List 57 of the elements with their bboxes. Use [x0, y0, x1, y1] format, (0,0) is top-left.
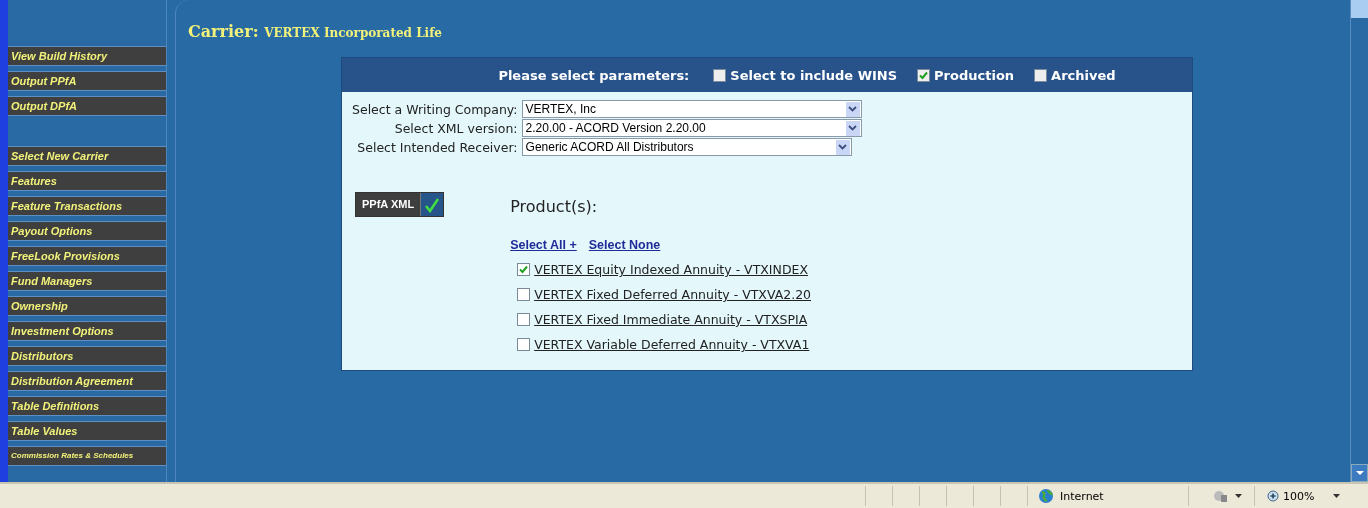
field-label: Select Intended Receiver:: [356, 139, 518, 155]
sidebar-item[interactable]: Distribution Agreement: [8, 371, 166, 391]
products-heading: Product(s):: [510, 197, 599, 216]
dropdown-arrow-icon[interactable]: [1333, 493, 1341, 499]
field-label: Select a Writing Company:: [352, 101, 518, 117]
dropdown-arrow-icon[interactable]: [1235, 493, 1242, 499]
sidebar-item[interactable]: View Build History: [8, 46, 166, 66]
down-arrow-icon: [1354, 470, 1365, 476]
zone-label: Internet: [1060, 489, 1104, 503]
checkmark-icon: [424, 196, 441, 213]
sidebar-item[interactable]: Investment Options: [8, 321, 166, 341]
product-link[interactable]: VERTEX Variable Deferred Annuity - VTXVA1: [534, 337, 810, 352]
sidebar-item[interactable]: Ownership: [8, 296, 166, 316]
zoom-icon: [1267, 489, 1280, 503]
option-label: Select to include WINS: [730, 67, 898, 83]
dropdown-field[interactable]: Generic ACORD All Distributors: [521, 138, 852, 156]
scrollbar[interactable]: [1350, 0, 1368, 482]
panel-title: Please select parameters:: [498, 67, 690, 83]
lock-icon[interactable]: [1213, 489, 1229, 503]
sidebar-item[interactable]: Select New Carrier: [8, 146, 166, 166]
checkbox[interactable]: [517, 313, 531, 326]
checkbox[interactable]: [517, 263, 531, 276]
checkbox[interactable]: [917, 68, 931, 82]
field-label: Select XML version:: [393, 120, 518, 136]
sidebar-item[interactable]: Table Values: [8, 421, 166, 441]
sidebar-item[interactable]: FreeLook Provisions: [8, 246, 166, 266]
scrollbar-thumb[interactable]: [1351, 0, 1368, 18]
sidebar-item[interactable]: Table Definitions: [8, 396, 166, 416]
checkbox[interactable]: [713, 68, 727, 82]
sidebar-item[interactable]: Fund Managers: [8, 271, 166, 291]
checkbox[interactable]: [1034, 68, 1048, 82]
checkbox[interactable]: [517, 338, 531, 351]
sidebar-item[interactable]: Output DPfA: [8, 96, 166, 116]
chevron-icon: [838, 144, 848, 150]
chevron-icon: [848, 125, 858, 131]
link[interactable]: Select None: [588, 238, 661, 252]
option-label: Archived: [1051, 67, 1116, 83]
sidebar-item[interactable]: Payout Options: [8, 221, 166, 241]
sidebar-item[interactable]: Distributors: [8, 346, 166, 366]
sidebar-item[interactable]: Features: [8, 171, 166, 191]
option-label: Production: [934, 67, 1015, 83]
zoom-level[interactable]: 100%: [1283, 489, 1315, 503]
product-link[interactable]: VERTEX Fixed Deferred Annuity - VTXVA2.20: [534, 287, 812, 302]
dropdown-field[interactable]: 2.20.00 - ACORD Version 2.20.00: [521, 119, 862, 137]
dropdown-field[interactable]: VERTEX, Inc: [521, 100, 862, 118]
product-link[interactable]: VERTEX Equity Indexed Annuity - VTXINDEX: [534, 262, 808, 277]
product-link[interactable]: VERTEX Fixed Immediate Annuity - VTXSPIA: [534, 312, 808, 327]
checkbox[interactable]: [517, 288, 531, 301]
sidebar-item[interactable]: Commission Rates & Schedules: [8, 446, 166, 466]
sidebar-item[interactable]: Feature Transactions: [8, 196, 166, 216]
ppfa-xml-button[interactable]: PPfA XML: [355, 192, 445, 217]
globe-icon: [1038, 488, 1054, 504]
carrier-name: VERTEX Incorporated Life: [264, 26, 442, 40]
link[interactable]: Select All +: [510, 238, 577, 252]
chevron-icon: [848, 106, 858, 112]
sidebar-item[interactable]: Output PPfA: [8, 71, 166, 91]
carrier-label: Carrier:: [188, 22, 259, 41]
